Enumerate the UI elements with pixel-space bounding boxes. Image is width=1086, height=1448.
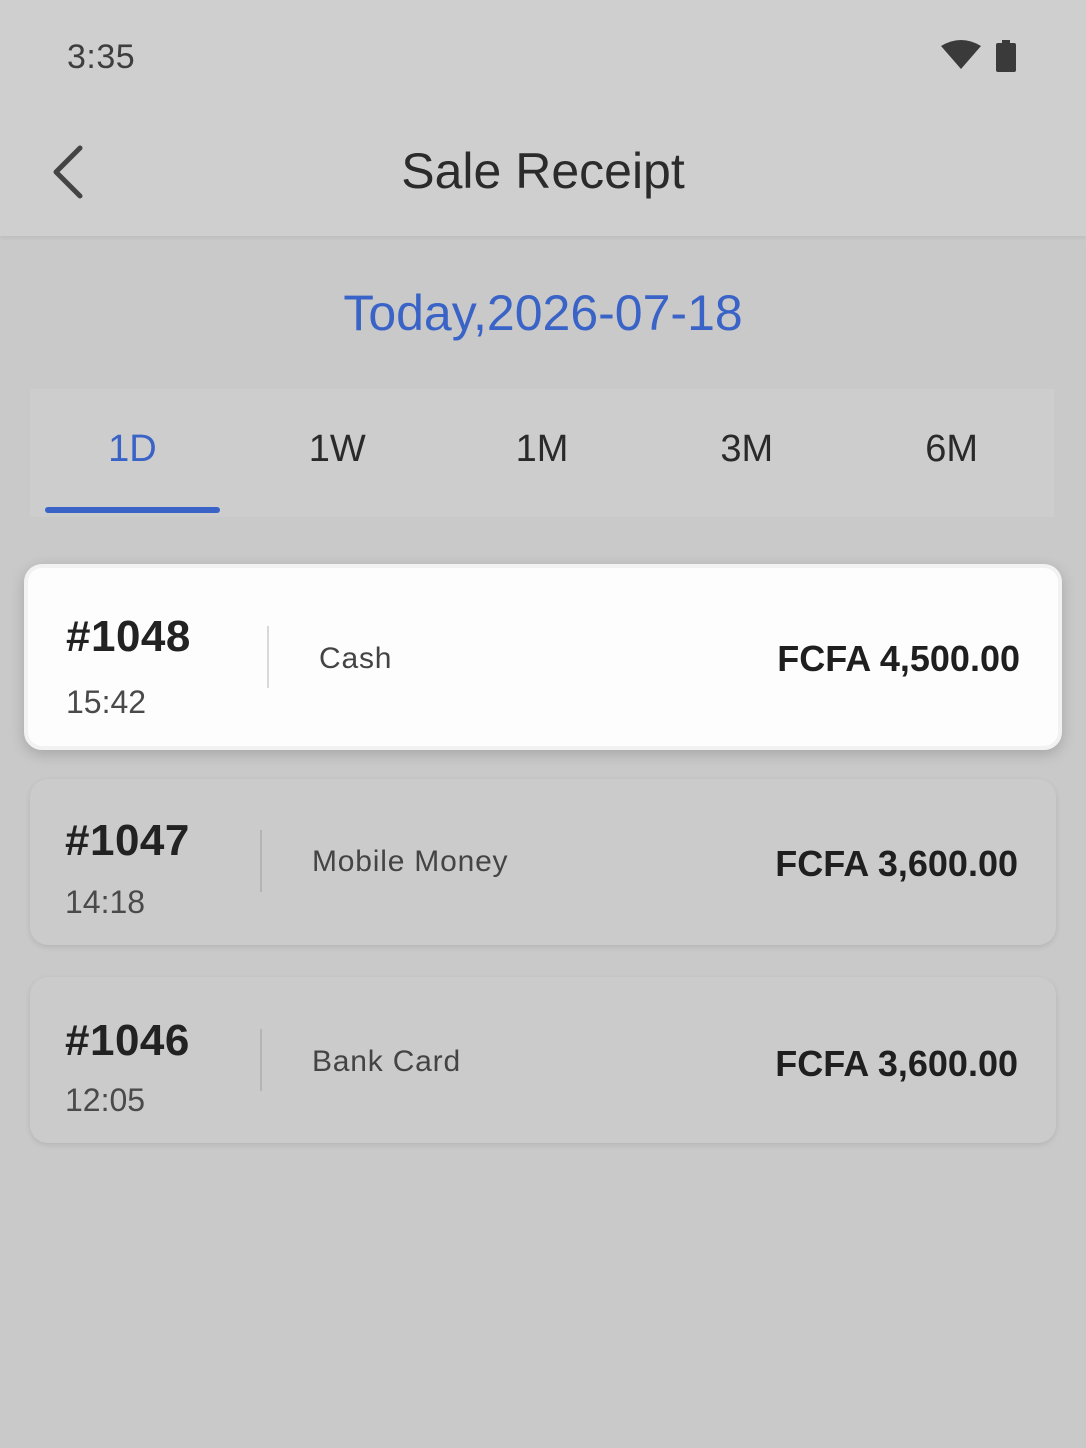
page-title: Sale Receipt [401,143,685,199]
tab-6m[interactable]: 6M [849,389,1054,517]
payment-method: Mobile Money [312,845,509,878]
receipt-number: #1047 [65,816,190,865]
receipt-divider [260,830,262,892]
screen: 3:35 Sale Receipt Today,2026-07-18 1D 1W… [0,0,1086,1448]
receipt-card-1046[interactable]: #1046 12:05 Bank Card FCFA 3,600.00 [30,977,1056,1143]
receipt-amount: FCFA 3,600.00 [775,1043,1018,1084]
receipt-number: #1046 [65,1016,190,1065]
payment-method: Bank Card [312,1045,461,1078]
receipt-amount: FCFA 4,500.00 [777,638,1020,679]
tab-1m[interactable]: 1M [440,389,645,517]
date-heading: Today,2026-07-18 [343,285,743,341]
status-time: 3:35 [67,38,136,76]
tab-3m[interactable]: 3M [644,389,849,517]
tab-1d[interactable]: 1D [30,389,235,517]
status-bar: 3:35 [0,0,1086,112]
period-tabs: 1D 1W 1M 3M 6M [30,389,1054,517]
app-bar: Sale Receipt [0,112,1086,236]
receipt-amount: FCFA 3,600.00 [775,843,1018,884]
receipt-time: 15:42 [66,684,147,720]
receipt-time: 12:05 [65,1082,146,1118]
battery-icon [996,40,1016,72]
receipt-number: #1048 [66,612,191,661]
receipt-divider [260,1029,262,1091]
receipt-divider [267,626,269,688]
payment-method: Cash [319,642,393,675]
receipt-card-1048[interactable]: #1048 15:42 Cash FCFA 4,500.00 [24,564,1062,750]
receipt-time: 14:18 [65,884,146,920]
receipt-card-1047[interactable]: #1047 14:18 Mobile Money FCFA 3,600.00 [30,779,1056,945]
tab-1w[interactable]: 1W [235,389,440,517]
wifi-icon [941,40,981,69]
